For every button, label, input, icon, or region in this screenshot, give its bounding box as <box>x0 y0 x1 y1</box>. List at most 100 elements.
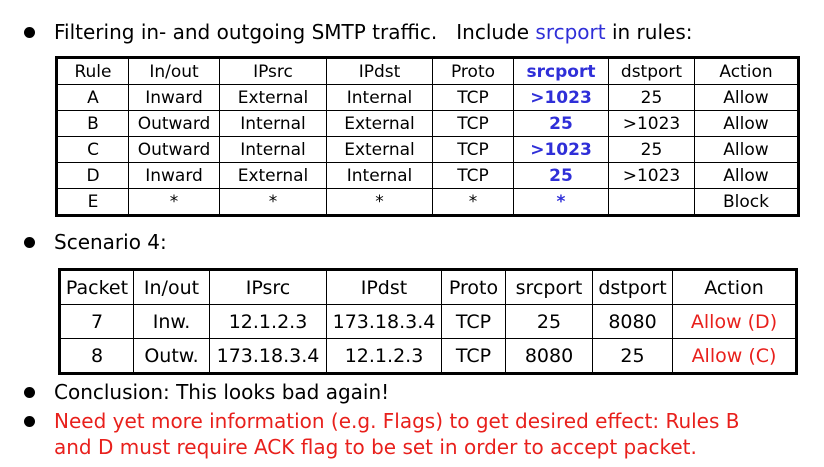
scenario-header-row: Packet In/out IPsrc IPdst Proto srcport … <box>59 269 797 305</box>
scenario-cell: 8080 <box>592 304 673 339</box>
rules-cell: Inward <box>128 162 220 189</box>
rules-header-cell: Proto <box>432 57 514 85</box>
rules-row: D Inward External Internal TCP 25 >1023 … <box>56 162 799 189</box>
rules-cell: External <box>326 110 433 137</box>
scenario-header-cell: Packet <box>59 269 134 305</box>
scenario-cell: 12.1.2.3 <box>209 304 327 339</box>
rules-cell: Outward <box>128 110 220 137</box>
rules-header-row: Rule In/out IPsrc IPdst Proto srcport ds… <box>56 57 799 85</box>
rules-cell: 25 <box>608 84 695 111</box>
scenario-bullet: Scenario 4: <box>24 229 167 255</box>
rules-cell: A <box>56 84 129 111</box>
rules-cell-srcport: >1023 <box>513 136 609 163</box>
rules-cell-srcport: * <box>513 188 609 216</box>
rules-header-cell: dstport <box>608 57 695 85</box>
rules-cell: >1023 <box>608 162 695 189</box>
scenario-header-cell: Action <box>672 269 797 305</box>
rules-cell: B <box>56 110 129 137</box>
scenario-cell: Inw. <box>133 304 210 339</box>
rules-row: A Inward External Internal TCP >1023 25 … <box>56 84 799 111</box>
rules-cell: * <box>326 188 433 216</box>
rules-cell-srcport: >1023 <box>513 84 609 111</box>
heading-text: Filtering in- and outgoing SMTP traffic.… <box>54 19 692 45</box>
heading-text-before: Filtering in- and outgoing SMTP traffic.… <box>54 20 536 44</box>
note-text: Need yet more information (e.g. Flags) t… <box>54 408 740 460</box>
rules-cell: Block <box>694 188 799 216</box>
rules-cell: Internal <box>219 136 327 163</box>
rules-cell: E <box>56 188 129 216</box>
rules-cell: Outward <box>128 136 220 163</box>
rules-cell: External <box>219 162 327 189</box>
scenario-cell: 8 <box>59 338 134 374</box>
bullet-dot <box>24 416 35 427</box>
scenario-label: Scenario 4: <box>54 230 167 254</box>
rules-row: E * * * * * Block <box>56 188 799 216</box>
rules-cell: * <box>128 188 220 216</box>
rules-cell: Allow <box>694 84 799 111</box>
scenario-row: 7 Inw. 12.1.2.3 173.18.3.4 TCP 25 8080 A… <box>59 304 797 339</box>
rules-cell: >1023 <box>608 110 695 137</box>
rules-cell-srcport: 25 <box>513 110 609 137</box>
scenario-header-cell: dstport <box>592 269 673 305</box>
rules-cell: Inward <box>128 84 220 111</box>
heading-bullet: Filtering in- and outgoing SMTP traffic.… <box>24 19 692 45</box>
rules-cell: * <box>432 188 514 216</box>
scenario-cell: 7 <box>59 304 134 339</box>
rules-row: C Outward Internal External TCP >1023 25… <box>56 136 799 163</box>
rules-header-cell: In/out <box>128 57 220 85</box>
bullet-dot <box>24 237 35 248</box>
scenario-header-cell: srcport <box>505 269 593 305</box>
scenario-cell: 12.1.2.3 <box>326 338 442 374</box>
rules-cell: Allow <box>694 162 799 189</box>
heading-accent: srcport <box>535 20 606 44</box>
rules-cell: External <box>326 136 433 163</box>
rules-cell: D <box>56 162 129 189</box>
scenario-cell: 8080 <box>505 338 593 374</box>
scenario-cell: TCP <box>441 338 506 374</box>
rules-cell: 25 <box>608 136 695 163</box>
note-bullet: Need yet more information (e.g. Flags) t… <box>24 408 740 460</box>
rules-cell: TCP <box>432 84 514 111</box>
rules-header-cell: Rule <box>56 57 129 85</box>
note-line-1: Need yet more information (e.g. Flags) t… <box>54 409 740 433</box>
scenario-cell: 173.18.3.4 <box>326 304 442 339</box>
rules-cell-srcport: 25 <box>513 162 609 189</box>
scenario-action-cell: Allow (D) <box>672 304 797 339</box>
rules-row: B Outward Internal External TCP 25 >1023… <box>56 110 799 137</box>
rules-table: Rule In/out IPsrc IPdst Proto srcport ds… <box>55 56 800 217</box>
scenario-cell: TCP <box>441 304 506 339</box>
rules-cell: Internal <box>326 162 433 189</box>
scenario-cell: 173.18.3.4 <box>209 338 327 374</box>
scenario-cell: 25 <box>592 338 673 374</box>
scenario-row: 8 Outw. 173.18.3.4 12.1.2.3 TCP 8080 25 … <box>59 338 797 374</box>
rules-header-cell: srcport <box>513 57 609 85</box>
conclusion-bullet: Conclusion: This looks bad again! <box>24 379 389 405</box>
scenario-cell: 25 <box>505 304 593 339</box>
conclusion-text: Conclusion: This looks bad again! <box>54 380 390 404</box>
rules-cell: Internal <box>219 110 327 137</box>
rules-header-cell: IPsrc <box>219 57 327 85</box>
rules-header-cell: Action <box>694 57 799 85</box>
heading-text-after: in rules: <box>605 20 693 44</box>
rules-cell: Allow <box>694 110 799 137</box>
scenario-header-cell: IPdst <box>326 269 442 305</box>
bullet-dot <box>24 27 35 38</box>
rules-cell: * <box>219 188 327 216</box>
scenario-action-cell: Allow (C) <box>672 338 797 374</box>
scenario-header-cell: Proto <box>441 269 506 305</box>
scenario-header-cell: In/out <box>133 269 210 305</box>
bullet-dot <box>24 387 35 398</box>
rules-header-cell: IPdst <box>326 57 433 85</box>
scenario-cell: Outw. <box>133 338 210 374</box>
rules-cell: External <box>219 84 327 111</box>
rules-cell <box>608 188 695 216</box>
scenario-header-cell: IPsrc <box>209 269 327 305</box>
rules-cell: TCP <box>432 162 514 189</box>
rules-cell: TCP <box>432 110 514 137</box>
rules-cell: Internal <box>326 84 433 111</box>
note-line-2: and D must require ACK flag to be set in… <box>54 435 697 459</box>
rules-cell: Allow <box>694 136 799 163</box>
rules-cell: C <box>56 136 129 163</box>
rules-cell: TCP <box>432 136 514 163</box>
scenario-table: Packet In/out IPsrc IPdst Proto srcport … <box>58 268 798 375</box>
